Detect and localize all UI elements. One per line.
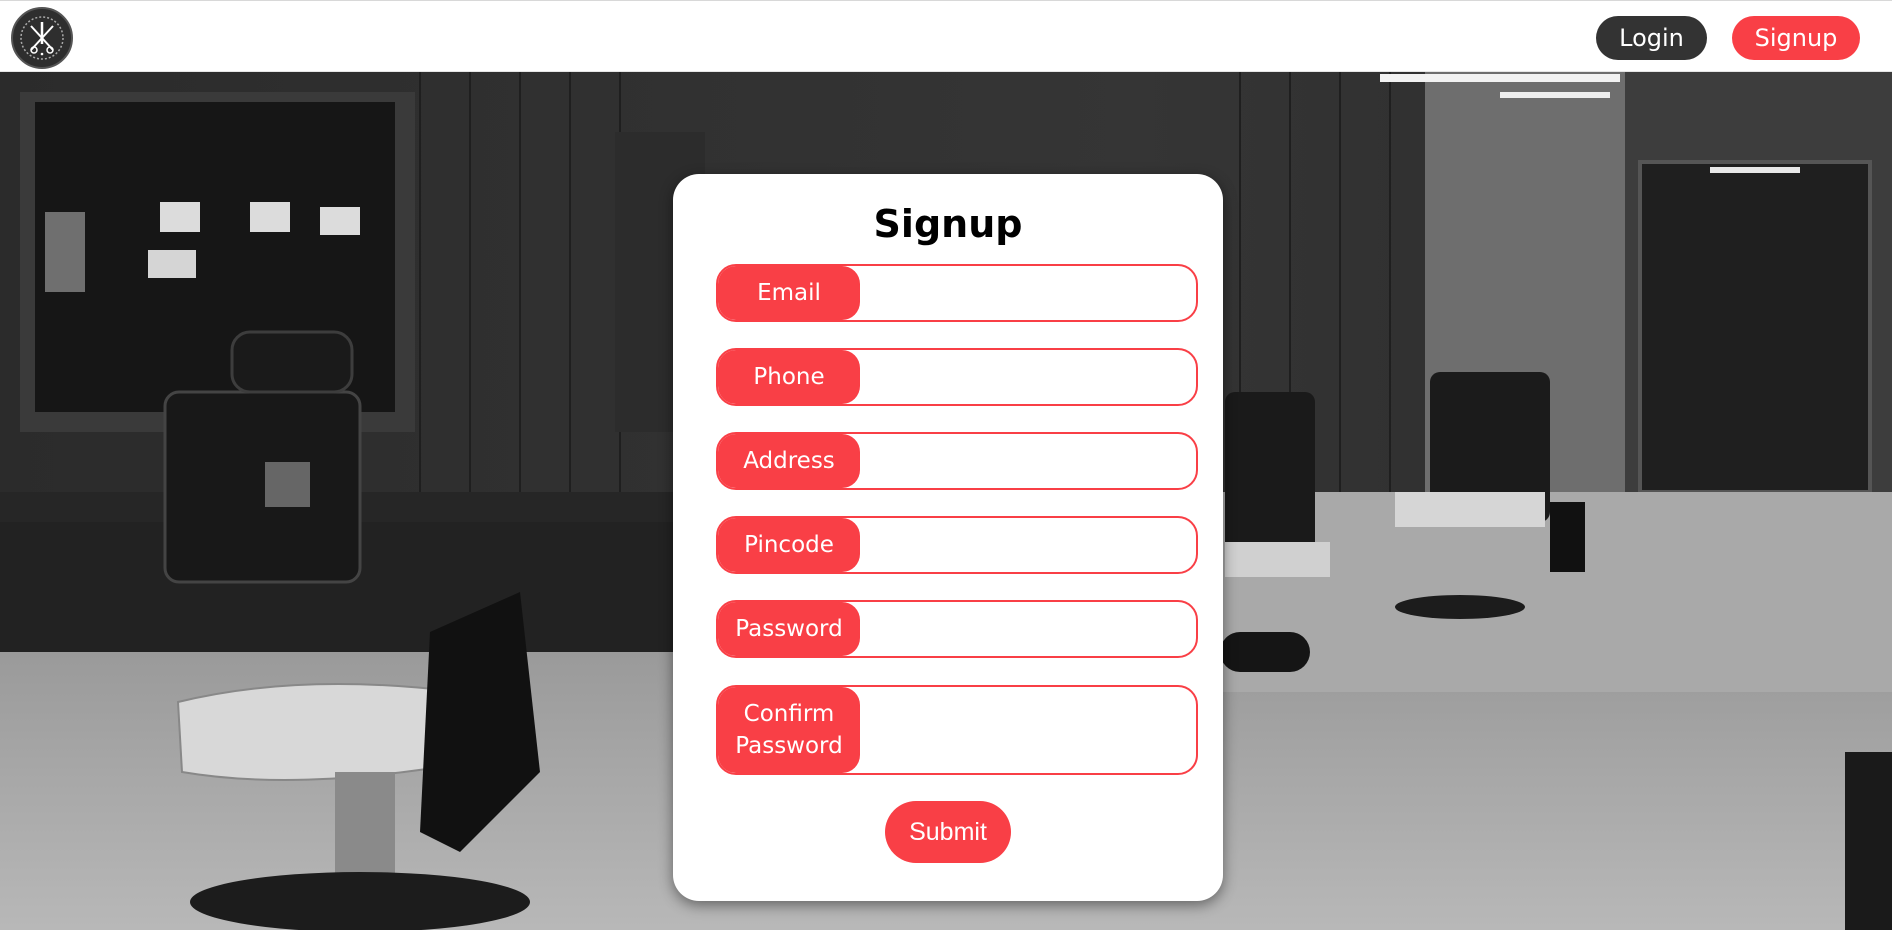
- address-input[interactable]: [868, 440, 1188, 482]
- confirm-password-label: Confirm Password: [718, 687, 860, 773]
- signup-nav-button[interactable]: Signup: [1732, 16, 1860, 60]
- form-title: Signup: [873, 202, 1023, 246]
- submit-button[interactable]: Submit: [885, 801, 1011, 863]
- pincode-input[interactable]: [868, 524, 1188, 566]
- pincode-field-group: Pincode: [716, 516, 1198, 574]
- phone-input[interactable]: [868, 356, 1188, 398]
- top-navbar: Login Signup: [0, 0, 1892, 72]
- phone-label: Phone: [718, 350, 860, 404]
- phone-field-group: Phone: [716, 348, 1198, 406]
- email-label: Email: [718, 266, 860, 320]
- password-input[interactable]: [868, 608, 1188, 650]
- address-field-group: Address: [716, 432, 1198, 490]
- address-label: Address: [718, 434, 860, 488]
- pincode-label: Pincode: [718, 518, 860, 572]
- confirm-password-field-group: Confirm Password: [716, 685, 1198, 775]
- email-input[interactable]: [868, 272, 1188, 314]
- login-button[interactable]: Login: [1596, 16, 1707, 60]
- barber-logo-icon[interactable]: [11, 7, 73, 69]
- email-field-group: Email: [716, 264, 1198, 322]
- password-field-group: Password: [716, 600, 1198, 658]
- password-label: Password: [718, 602, 860, 656]
- signup-form-card: Signup Email Phone Address Pincode Passw…: [673, 174, 1223, 901]
- confirm-password-input[interactable]: [868, 693, 1188, 767]
